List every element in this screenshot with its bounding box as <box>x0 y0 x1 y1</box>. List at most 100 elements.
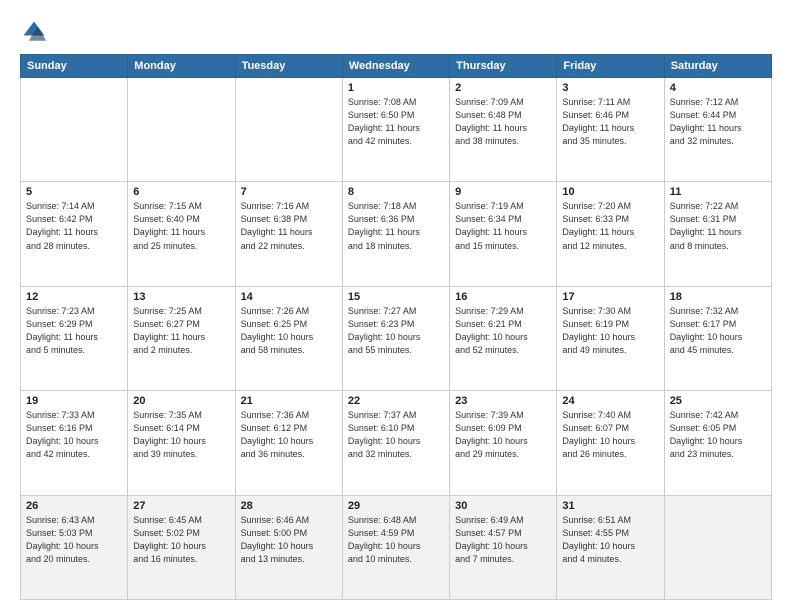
day-number: 30 <box>455 500 551 512</box>
day-number: 19 <box>26 395 122 407</box>
day-number: 26 <box>26 500 122 512</box>
calendar-cell: 27Sunrise: 6:45 AM Sunset: 5:02 PM Dayli… <box>128 495 235 599</box>
day-info: Sunrise: 7:15 AM Sunset: 6:40 PM Dayligh… <box>133 200 229 252</box>
weekday-header-row: SundayMondayTuesdayWednesdayThursdayFrid… <box>21 55 772 78</box>
day-info: Sunrise: 7:20 AM Sunset: 6:33 PM Dayligh… <box>562 200 658 252</box>
calendar-cell: 28Sunrise: 6:46 AM Sunset: 5:00 PM Dayli… <box>235 495 342 599</box>
week-row-3: 12 Sunrise: 7:23 AM Sunset: 6:29 PM Dayli… <box>21 286 772 390</box>
calendar-cell <box>664 495 771 599</box>
day-number: 24 <box>562 395 658 407</box>
day-info: Sunrise: 7:19 AM Sunset: 6:34 PM Dayligh… <box>455 200 551 252</box>
week-row-1: 1Sunrise: 7:08 AM Sunset: 6:50 PM Daylig… <box>21 78 772 182</box>
calendar-cell: 25 Sunrise: 7:42 AM Sunset: 6:05 PM Dayli… <box>664 391 771 495</box>
calendar-cell: 20 Sunrise: 7:35 AM Sunset: 6:14 PM Dayli… <box>128 391 235 495</box>
calendar-cell: 16 Sunrise: 7:29 AM Sunset: 6:21 PM Dayli… <box>450 286 557 390</box>
calendar-cell: 3 Sunrise: 7:11 AM Sunset: 6:46 PM Daylig… <box>557 78 664 182</box>
day-info: Sunrise: 7:36 AM Sunset: 6:12 PM Dayligh… <box>241 409 337 461</box>
day-number: 12 <box>26 291 122 303</box>
day-info: Sunrise: 7:12 AM Sunset: 6:44 PM Dayligh… <box>670 96 766 148</box>
day-number: 16 <box>455 291 551 303</box>
day-number: 8 <box>348 186 444 198</box>
calendar-cell: 14 Sunrise: 7:26 AM Sunset: 6:25 PM Dayli… <box>235 286 342 390</box>
calendar-cell: 6 Sunrise: 7:15 AM Sunset: 6:40 PM Daylig… <box>128 182 235 286</box>
day-info: Sunrise: 7:35 AM Sunset: 6:14 PM Dayligh… <box>133 409 229 461</box>
calendar-table: SundayMondayTuesdayWednesdayThursdayFrid… <box>20 54 772 600</box>
day-number: 14 <box>241 291 337 303</box>
day-info: Sunrise: 7:22 AM Sunset: 6:31 PM Dayligh… <box>670 200 766 252</box>
day-number: 18 <box>670 291 766 303</box>
calendar-cell: 9 Sunrise: 7:19 AM Sunset: 6:34 PM Daylig… <box>450 182 557 286</box>
week-row-4: 19 Sunrise: 7:33 AM Sunset: 6:16 PM Dayli… <box>21 391 772 495</box>
calendar-cell: 13 Sunrise: 7:25 AM Sunset: 6:27 PM Dayli… <box>128 286 235 390</box>
calendar-cell: 19 Sunrise: 7:33 AM Sunset: 6:16 PM Dayli… <box>21 391 128 495</box>
day-info: Sunrise: 7:18 AM Sunset: 6:36 PM Dayligh… <box>348 200 444 252</box>
day-info: Sunrise: 7:30 AM Sunset: 6:19 PM Dayligh… <box>562 305 658 357</box>
day-info: Sunrise: 7:40 AM Sunset: 6:07 PM Dayligh… <box>562 409 658 461</box>
day-number: 13 <box>133 291 229 303</box>
calendar-cell: 11 Sunrise: 7:22 AM Sunset: 6:31 PM Dayli… <box>664 182 771 286</box>
day-info: Sunrise: 7:42 AM Sunset: 6:05 PM Dayligh… <box>670 409 766 461</box>
day-number: 23 <box>455 395 551 407</box>
calendar-cell: 24 Sunrise: 7:40 AM Sunset: 6:07 PM Dayli… <box>557 391 664 495</box>
calendar-cell: 7Sunrise: 7:16 AM Sunset: 6:38 PM Daylig… <box>235 182 342 286</box>
day-number: 2 <box>455 82 551 94</box>
calendar-cell: 26 Sunrise: 6:43 AM Sunset: 5:03 PM Dayli… <box>21 495 128 599</box>
day-info: Sunrise: 6:48 AM Sunset: 4:59 PM Dayligh… <box>348 514 444 566</box>
logo-icon <box>20 18 48 46</box>
day-number: 25 <box>670 395 766 407</box>
calendar-cell: 1Sunrise: 7:08 AM Sunset: 6:50 PM Daylig… <box>342 78 449 182</box>
day-number: 22 <box>348 395 444 407</box>
week-row-5: 26 Sunrise: 6:43 AM Sunset: 5:03 PM Dayli… <box>21 495 772 599</box>
weekday-header-sunday: Sunday <box>21 55 128 78</box>
day-number: 10 <box>562 186 658 198</box>
week-row-2: 5Sunrise: 7:14 AM Sunset: 6:42 PM Daylig… <box>21 182 772 286</box>
day-number: 6 <box>133 186 229 198</box>
day-info: Sunrise: 7:32 AM Sunset: 6:17 PM Dayligh… <box>670 305 766 357</box>
day-info: Sunrise: 6:49 AM Sunset: 4:57 PM Dayligh… <box>455 514 551 566</box>
day-number: 4 <box>670 82 766 94</box>
day-number: 27 <box>133 500 229 512</box>
page: SundayMondayTuesdayWednesdayThursdayFrid… <box>0 0 792 612</box>
day-info: Sunrise: 7:27 AM Sunset: 6:23 PM Dayligh… <box>348 305 444 357</box>
day-number: 5 <box>26 186 122 198</box>
day-number: 31 <box>562 500 658 512</box>
calendar-cell <box>128 78 235 182</box>
day-number: 1 <box>348 82 444 94</box>
calendar-cell: 31 Sunrise: 6:51 AM Sunset: 4:55 PM Dayli… <box>557 495 664 599</box>
day-info: Sunrise: 7:29 AM Sunset: 6:21 PM Dayligh… <box>455 305 551 357</box>
weekday-header-tuesday: Tuesday <box>235 55 342 78</box>
day-info: Sunrise: 7:11 AM Sunset: 6:46 PM Dayligh… <box>562 96 658 148</box>
day-number: 17 <box>562 291 658 303</box>
day-number: 20 <box>133 395 229 407</box>
day-info: Sunrise: 6:51 AM Sunset: 4:55 PM Dayligh… <box>562 514 658 566</box>
day-number: 29 <box>348 500 444 512</box>
weekday-header-saturday: Saturday <box>664 55 771 78</box>
calendar-cell: 30 Sunrise: 6:49 AM Sunset: 4:57 PM Dayli… <box>450 495 557 599</box>
day-info: Sunrise: 6:46 AM Sunset: 5:00 PM Dayligh… <box>241 514 337 566</box>
day-number: 11 <box>670 186 766 198</box>
calendar-cell: 15 Sunrise: 7:27 AM Sunset: 6:23 PM Dayli… <box>342 286 449 390</box>
day-info: Sunrise: 7:39 AM Sunset: 6:09 PM Dayligh… <box>455 409 551 461</box>
calendar-cell: 21Sunrise: 7:36 AM Sunset: 6:12 PM Dayli… <box>235 391 342 495</box>
calendar-cell: 17 Sunrise: 7:30 AM Sunset: 6:19 PM Dayli… <box>557 286 664 390</box>
day-number: 3 <box>562 82 658 94</box>
calendar-cell: 23 Sunrise: 7:39 AM Sunset: 6:09 PM Dayli… <box>450 391 557 495</box>
calendar-cell: 5Sunrise: 7:14 AM Sunset: 6:42 PM Daylig… <box>21 182 128 286</box>
weekday-header-wednesday: Wednesday <box>342 55 449 78</box>
day-info: Sunrise: 7:25 AM Sunset: 6:27 PM Dayligh… <box>133 305 229 357</box>
calendar-cell: 8 Sunrise: 7:18 AM Sunset: 6:36 PM Daylig… <box>342 182 449 286</box>
logo <box>20 18 52 46</box>
weekday-header-monday: Monday <box>128 55 235 78</box>
day-info: Sunrise: 7:26 AM Sunset: 6:25 PM Dayligh… <box>241 305 337 357</box>
day-info: Sunrise: 6:43 AM Sunset: 5:03 PM Dayligh… <box>26 514 122 566</box>
calendar-cell: 12 Sunrise: 7:23 AM Sunset: 6:29 PM Dayli… <box>21 286 128 390</box>
calendar-cell: 4 Sunrise: 7:12 AM Sunset: 6:44 PM Daylig… <box>664 78 771 182</box>
day-info: Sunrise: 7:23 AM Sunset: 6:29 PM Dayligh… <box>26 305 122 357</box>
day-number: 15 <box>348 291 444 303</box>
day-number: 9 <box>455 186 551 198</box>
calendar-cell <box>21 78 128 182</box>
calendar-cell: 22Sunrise: 7:37 AM Sunset: 6:10 PM Dayli… <box>342 391 449 495</box>
day-info: Sunrise: 7:33 AM Sunset: 6:16 PM Dayligh… <box>26 409 122 461</box>
calendar-cell: 10 Sunrise: 7:20 AM Sunset: 6:33 PM Dayli… <box>557 182 664 286</box>
calendar-cell: 2Sunrise: 7:09 AM Sunset: 6:48 PM Daylig… <box>450 78 557 182</box>
